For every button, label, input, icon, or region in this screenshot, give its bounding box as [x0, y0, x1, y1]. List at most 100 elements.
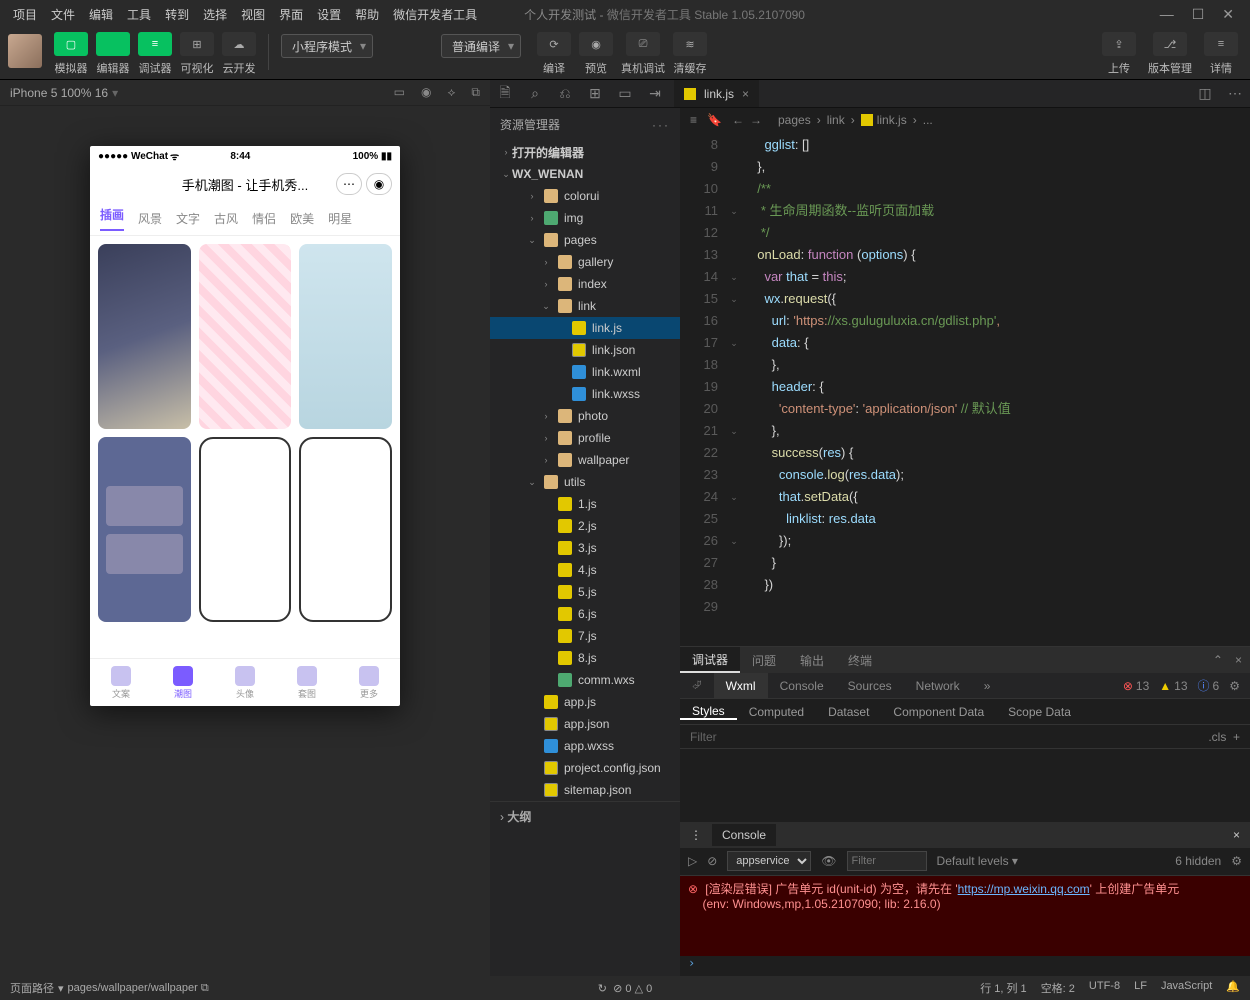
search-icon[interactable]: ⌕ [520, 85, 550, 102]
panel-tab[interactable]: Sources [836, 673, 904, 698]
nav-item[interactable]: 头像 [214, 659, 276, 706]
toolbar-button[interactable]: ▢模拟器 [54, 32, 88, 76]
more-icon[interactable]: ··· [652, 118, 670, 132]
info-badge[interactable]: ⓘ6 [1198, 677, 1220, 694]
tree-node[interactable]: app.json [490, 713, 680, 735]
page-path[interactable]: pages/wallpaper/wallpaper [68, 982, 198, 994]
devtools-tab[interactable]: 问题 [740, 647, 788, 673]
close-icon[interactable]: × [1235, 653, 1242, 667]
tree-node[interactable]: project.config.json [490, 757, 680, 779]
menu-item[interactable]: 文件 [44, 6, 82, 23]
tree-node[interactable]: ⌄link [490, 295, 680, 317]
hidden-count[interactable]: 6 hidden [1175, 854, 1221, 868]
menu-item[interactable]: 选择 [196, 6, 234, 23]
tree-node[interactable]: 1.js [490, 493, 680, 515]
tree-node[interactable]: comm.wxs [490, 669, 680, 691]
add-style-icon[interactable]: + [1233, 730, 1240, 744]
tree-node[interactable]: ⌄pages [490, 229, 680, 251]
indent-info[interactable]: 空格: 2 [1041, 980, 1075, 996]
category-tab[interactable]: 情侣 [252, 210, 276, 227]
tree-node[interactable]: sitemap.json [490, 779, 680, 801]
tree-node[interactable]: app.js [490, 691, 680, 713]
layout-icon[interactable]: ▭ [610, 85, 640, 102]
breadcrumb-item[interactable]: link [827, 113, 845, 127]
tree-node[interactable]: ›index [490, 273, 680, 295]
minimize-icon[interactable]: — [1160, 6, 1174, 23]
styles-tab[interactable]: Scope Data [996, 705, 1083, 719]
category-tab[interactable]: 风景 [138, 210, 162, 227]
wallpaper-card[interactable] [199, 244, 292, 429]
nav-back-icon[interactable]: ← [732, 113, 744, 127]
console-tab[interactable]: Console [712, 824, 776, 846]
toolbar-button[interactable]: ≡详情 [1204, 32, 1238, 76]
more-icon[interactable]: ⋯ [1220, 85, 1250, 102]
outline-section[interactable]: 大纲 [507, 810, 531, 824]
category-tab[interactable]: 插画 [100, 206, 124, 231]
styles-tab[interactable]: Dataset [816, 705, 881, 719]
eye-icon[interactable]: 👁 [821, 854, 836, 868]
capsule-menu-icon[interactable]: ⋯ [336, 173, 362, 195]
code-editor[interactable]: 8910111213141516171819202122232425262728… [680, 132, 1250, 646]
tree-node[interactable]: 8.js [490, 647, 680, 669]
menu-item[interactable]: 视图 [234, 6, 272, 23]
category-tab[interactable]: 文字 [176, 210, 200, 227]
menu-item[interactable]: 编辑 [82, 6, 120, 23]
toolbar-button[interactable]: ≋清缓存 [673, 32, 707, 76]
files-icon[interactable]: 🗎 [490, 82, 520, 106]
more-tabs-icon[interactable]: » [972, 673, 1003, 698]
inspect-icon[interactable]: ⮰ [680, 673, 714, 698]
encoding-info[interactable]: UTF-8 [1089, 980, 1120, 996]
sim-tool-icon[interactable]: ▭ [394, 85, 405, 100]
wallpaper-card[interactable] [299, 437, 392, 622]
tree-node[interactable]: 2.js [490, 515, 680, 537]
layout-icon[interactable]: ⊞ [580, 85, 610, 102]
error-badge[interactable]: ⊗13 [1123, 679, 1149, 693]
menu-item[interactable]: 工具 [120, 6, 158, 23]
devtools-tab[interactable]: 输出 [788, 647, 836, 673]
sim-tool-icon[interactable]: ◉ [421, 85, 431, 100]
category-tab[interactable]: 古风 [214, 210, 238, 227]
breadcrumb-item[interactable]: link.js [877, 113, 907, 127]
menu-item[interactable]: 微信开发者工具 [386, 6, 484, 23]
levels-select[interactable]: Default levels ▾ [937, 854, 1018, 868]
gear-icon[interactable]: ⚙ [1229, 679, 1240, 693]
toolbar-button[interactable]: ⇪上传 [1102, 32, 1136, 76]
close-tab-icon[interactable]: × [742, 87, 749, 101]
phone-preview[interactable]: ●●●●● WeChat ᯤ 8:44 100% ▮▮ 手机潮图 - 让手机秀.… [90, 146, 400, 706]
tree-node[interactable]: 7.js [490, 625, 680, 647]
lang-info[interactable]: JavaScript [1161, 980, 1212, 996]
wallpaper-card[interactable] [98, 244, 191, 429]
tree-node[interactable]: 3.js [490, 537, 680, 559]
warn-badge[interactable]: ▲13 [1159, 679, 1187, 693]
tree-section[interactable]: ›打开的编辑器 [490, 141, 680, 163]
wallpaper-card[interactable] [98, 437, 191, 622]
close-icon[interactable]: ✕ [1222, 6, 1234, 23]
console-prompt[interactable]: › [680, 956, 1250, 976]
styles-filter[interactable]: Filter [690, 730, 717, 744]
clear-icon[interactable]: ⊘ [707, 854, 717, 868]
menu-item[interactable]: 界面 [272, 6, 310, 23]
nav-item[interactable]: 文案 [90, 659, 152, 706]
menu-item[interactable]: 帮助 [348, 6, 386, 23]
avatar[interactable] [8, 34, 42, 68]
console-toggle-icon[interactable]: ⋮ [680, 828, 712, 842]
sim-tool-icon[interactable]: ⧉ [471, 85, 480, 100]
category-tab[interactable]: 明星 [328, 210, 352, 227]
tree-node[interactable]: ›wallpaper [490, 449, 680, 471]
nav-item[interactable]: 更多 [338, 659, 400, 706]
breadcrumb-item[interactable]: pages [778, 113, 811, 127]
maximize-icon[interactable]: ☐ [1192, 6, 1205, 23]
sim-tool-icon[interactable]: ⟡ [447, 85, 455, 100]
tree-node[interactable]: ⌄utils [490, 471, 680, 493]
chevron-up-icon[interactable]: ⌃ [1213, 653, 1223, 667]
mode-select[interactable]: 小程序模式 [281, 34, 373, 58]
panel-tab[interactable]: Network [904, 673, 972, 698]
git-icon[interactable]: ⎌ [550, 85, 580, 102]
bell-icon[interactable]: 🔔 [1226, 980, 1240, 996]
tree-node[interactable]: link.wxml [490, 361, 680, 383]
category-tab[interactable]: 欧美 [290, 210, 314, 227]
tree-node[interactable]: app.wxss [490, 735, 680, 757]
toolbar-button[interactable]: ⎇版本管理 [1148, 32, 1192, 76]
nav-fwd-icon[interactable]: → [750, 113, 762, 127]
expand-icon[interactable]: ⇥ [640, 85, 670, 102]
